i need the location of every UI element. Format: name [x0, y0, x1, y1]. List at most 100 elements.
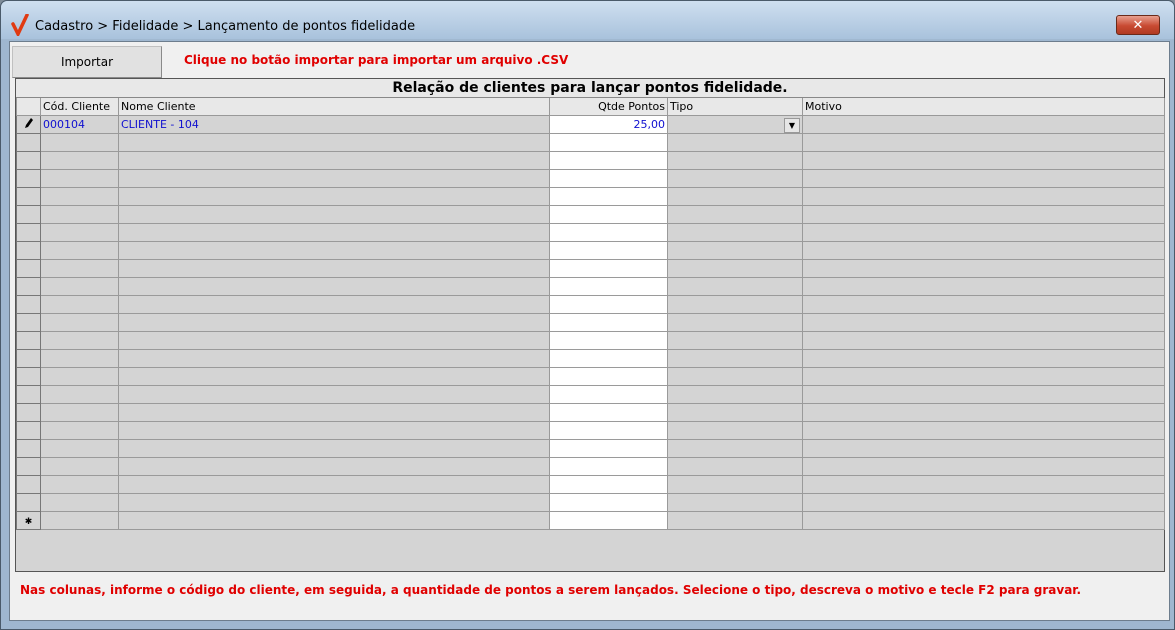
close-button[interactable]: ✕ [1116, 15, 1160, 35]
row-indicator[interactable] [16, 115, 41, 134]
cell-pontos[interactable] [549, 187, 668, 206]
cell-nome[interactable] [118, 187, 550, 206]
cell-motivo[interactable] [802, 439, 1165, 458]
cell-motivo[interactable] [802, 205, 1165, 224]
cell-pontos[interactable] [549, 493, 668, 512]
cell-tipo[interactable] [667, 223, 803, 242]
cell-codigo[interactable] [40, 403, 119, 422]
cell-motivo[interactable] [802, 403, 1165, 422]
row-indicator[interactable] [16, 295, 41, 314]
cell-nome[interactable] [118, 241, 550, 260]
cell-tipo[interactable] [667, 169, 803, 188]
cell-pontos[interactable] [549, 295, 668, 314]
table-row[interactable] [16, 169, 1165, 188]
cell-pontos[interactable] [549, 511, 668, 530]
cell-nome[interactable] [118, 475, 550, 494]
cell-motivo[interactable] [802, 151, 1165, 170]
cell-tipo[interactable] [667, 295, 803, 314]
table-row[interactable] [16, 331, 1165, 350]
cell-nome[interactable]: CLIENTE - 104 [118, 115, 550, 134]
row-indicator[interactable] [16, 367, 41, 386]
cell-motivo[interactable] [802, 259, 1165, 278]
cell-tipo[interactable] [667, 403, 803, 422]
cell-tipo[interactable] [667, 187, 803, 206]
cell-motivo[interactable] [802, 169, 1165, 188]
cell-tipo[interactable] [667, 493, 803, 512]
cell-motivo[interactable] [802, 457, 1165, 476]
cell-motivo[interactable] [802, 187, 1165, 206]
column-header-pontos[interactable]: Qtde Pontos [549, 98, 668, 116]
cell-nome[interactable] [118, 259, 550, 278]
cell-nome[interactable] [118, 205, 550, 224]
cell-motivo[interactable] [802, 385, 1165, 404]
cell-codigo[interactable] [40, 457, 119, 476]
row-indicator[interactable] [16, 439, 41, 458]
cell-codigo[interactable] [40, 511, 119, 530]
cell-motivo[interactable] [802, 115, 1165, 134]
cell-motivo[interactable] [802, 475, 1165, 494]
cell-codigo[interactable] [40, 493, 119, 512]
cell-pontos[interactable] [549, 403, 668, 422]
dropdown-arrow-icon[interactable]: ▼ [784, 118, 800, 133]
row-indicator[interactable] [16, 349, 41, 368]
cell-motivo[interactable] [802, 493, 1165, 512]
cell-nome[interactable] [118, 421, 550, 440]
cell-nome[interactable] [118, 385, 550, 404]
cell-nome[interactable] [118, 331, 550, 350]
table-row[interactable] [16, 313, 1165, 332]
row-indicator[interactable] [16, 151, 41, 170]
table-row[interactable] [16, 349, 1165, 368]
cell-codigo[interactable] [40, 151, 119, 170]
cell-nome[interactable] [118, 439, 550, 458]
table-row[interactable] [16, 205, 1165, 224]
table-row[interactable] [16, 133, 1165, 152]
cell-tipo[interactable]: ▼ [667, 115, 803, 134]
row-indicator[interactable] [16, 493, 41, 512]
table-row[interactable] [16, 475, 1165, 494]
table-row[interactable] [16, 385, 1165, 404]
cell-codigo[interactable] [40, 259, 119, 278]
cell-nome[interactable] [118, 403, 550, 422]
cell-nome[interactable] [118, 223, 550, 242]
column-header-tipo[interactable]: Tipo [667, 98, 803, 116]
cell-pontos[interactable] [549, 457, 668, 476]
cell-motivo[interactable] [802, 313, 1165, 332]
cell-pontos[interactable] [549, 151, 668, 170]
cell-tipo[interactable] [667, 313, 803, 332]
cell-codigo[interactable] [40, 295, 119, 314]
row-indicator[interactable] [16, 133, 41, 152]
cell-nome[interactable] [118, 133, 550, 152]
cell-nome[interactable] [118, 277, 550, 296]
cell-tipo[interactable] [667, 331, 803, 350]
cell-tipo[interactable] [667, 511, 803, 530]
cell-pontos[interactable] [549, 331, 668, 350]
cell-codigo[interactable] [40, 187, 119, 206]
cell-pontos[interactable] [549, 349, 668, 368]
row-indicator[interactable] [16, 223, 41, 242]
cell-tipo[interactable] [667, 439, 803, 458]
table-row[interactable] [16, 277, 1165, 296]
cell-motivo[interactable] [802, 133, 1165, 152]
new-record-row[interactable]: ✱ [16, 511, 1165, 530]
cell-codigo[interactable] [40, 439, 119, 458]
cell-tipo[interactable] [667, 421, 803, 440]
table-row[interactable] [16, 403, 1165, 422]
cell-tipo[interactable] [667, 385, 803, 404]
cell-pontos[interactable] [549, 385, 668, 404]
cell-nome[interactable] [118, 511, 550, 530]
cell-tipo[interactable] [667, 151, 803, 170]
cell-motivo[interactable] [802, 223, 1165, 242]
table-row[interactable]: 000104 CLIENTE - 104 25,00 ▼ [16, 115, 1165, 134]
cell-codigo[interactable] [40, 205, 119, 224]
cell-motivo[interactable] [802, 241, 1165, 260]
row-indicator[interactable]: ✱ [16, 511, 41, 530]
table-row[interactable] [16, 439, 1165, 458]
cell-motivo[interactable] [802, 295, 1165, 314]
cell-codigo[interactable] [40, 169, 119, 188]
cell-pontos[interactable] [549, 223, 668, 242]
column-header-motivo[interactable]: Motivo [802, 98, 1165, 116]
cell-codigo[interactable] [40, 277, 119, 296]
row-indicator[interactable] [16, 385, 41, 404]
cell-motivo[interactable] [802, 277, 1165, 296]
cell-tipo[interactable] [667, 475, 803, 494]
